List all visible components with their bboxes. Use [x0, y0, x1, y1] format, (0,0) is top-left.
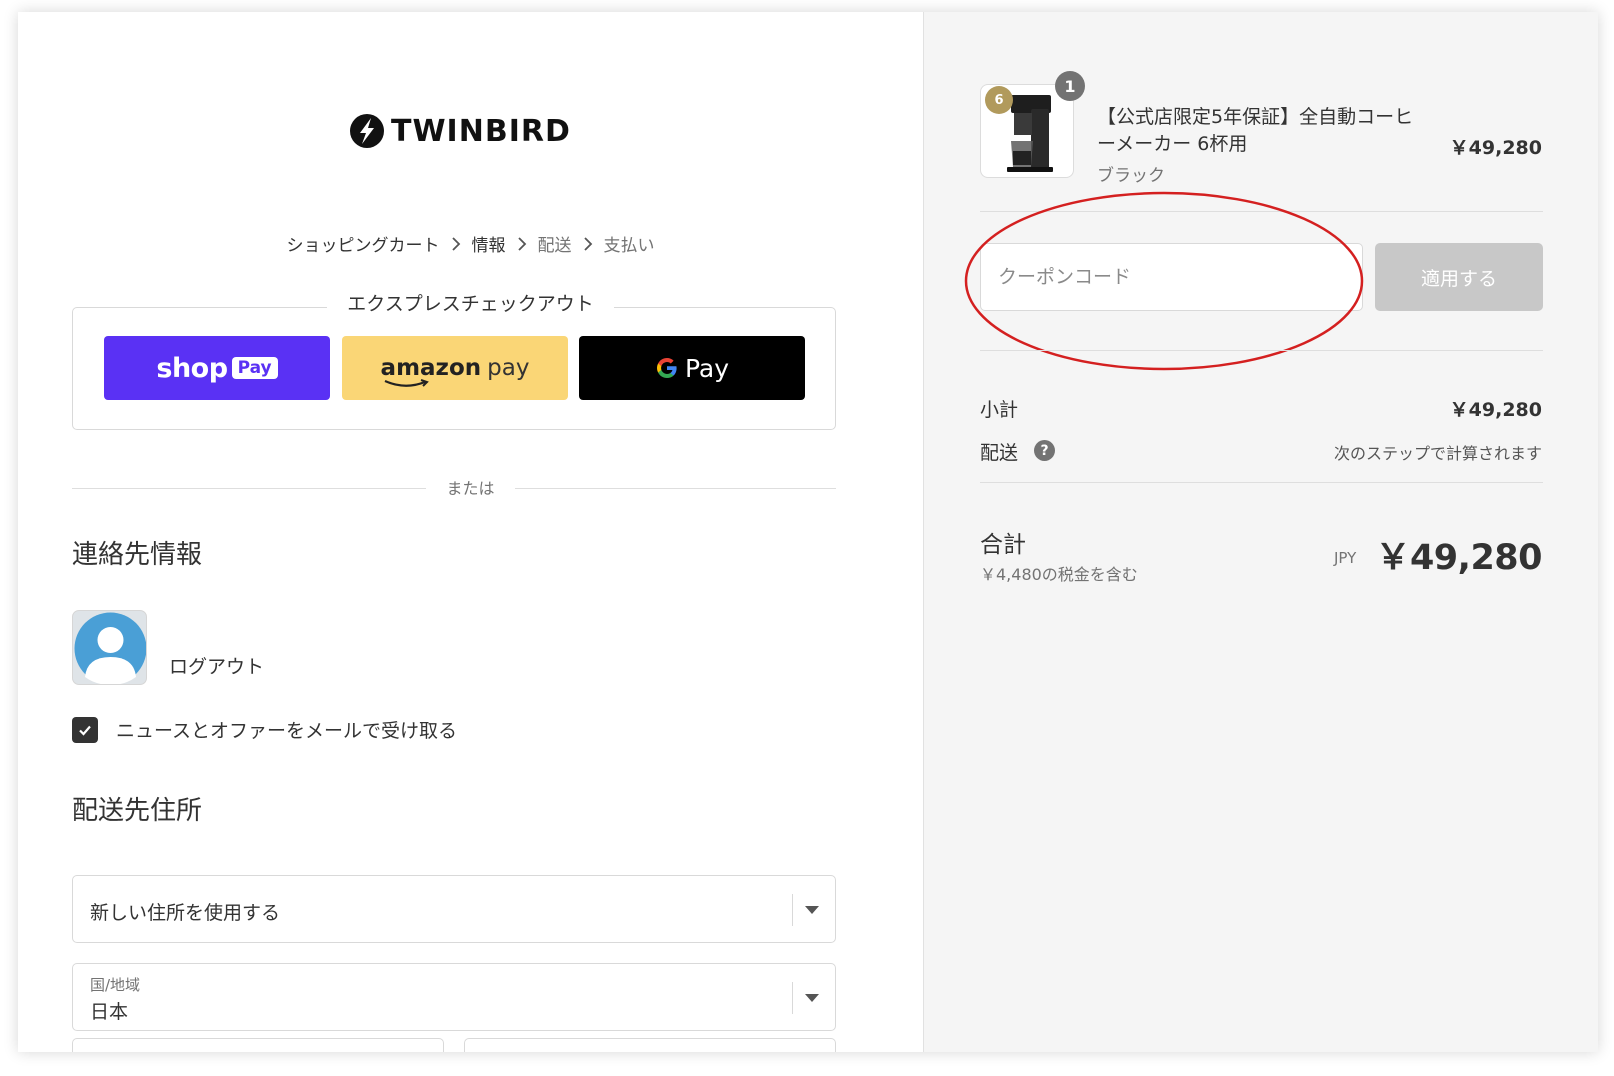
logout-link[interactable]: ログアウト	[169, 652, 264, 679]
total-label: 合計	[980, 532, 1026, 558]
country-select-value: 日本	[90, 1001, 129, 1023]
brand-logo[interactable]: TWINBIRD	[349, 112, 571, 150]
country-select-label: 国/地域	[90, 976, 141, 994]
google-pay-button[interactable]: Pay	[579, 336, 805, 400]
breadcrumb-payment: 支払い	[603, 236, 655, 256]
avatar	[72, 610, 147, 685]
summary-divider	[980, 350, 1543, 351]
twinbird-logo-icon	[350, 114, 384, 148]
last-name-field[interactable]	[72, 1038, 444, 1052]
chevron-down-icon	[805, 994, 819, 1002]
amazon-smile-icon	[384, 379, 429, 387]
apply-coupon-button[interactable]: 適用する	[1375, 243, 1543, 311]
product-price: ￥49,280	[1449, 137, 1542, 159]
or-divider-text: または	[18, 475, 923, 499]
breadcrumb-information: 情報	[471, 236, 506, 256]
chevron-down-icon	[805, 906, 819, 914]
shop-pay-badge: Pay	[231, 357, 278, 379]
user-icon	[74, 612, 146, 684]
breadcrumb: ショッピングカート 情報 配送 支払い	[18, 231, 923, 256]
google-g-icon	[656, 358, 677, 378]
select-divider	[792, 894, 793, 926]
amazon-pay-word: pay	[487, 355, 530, 381]
select-divider	[792, 982, 793, 1014]
checkout-window: TWINBIRD ショッピングカート 情報 配送 支払い エクスプレスチェックア…	[18, 12, 1598, 1052]
newsletter-label[interactable]: ニュースとオファーをメールで受け取る	[116, 716, 457, 743]
shipping-value: 次のステップで計算されます	[1333, 444, 1542, 463]
checkout-main: TWINBIRD ショッピングカート 情報 配送 支払い エクスプレスチェックア…	[18, 12, 923, 1052]
red-annotation-ellipse	[964, 191, 1364, 371]
google-pay-word: Pay	[684, 353, 730, 383]
breadcrumb-cart[interactable]: ショッピングカート	[283, 231, 444, 256]
checkmark-icon	[79, 725, 91, 736]
amazon-pay-button[interactable]: amazon pay	[342, 336, 568, 400]
total-currency: JPY	[1334, 549, 1357, 567]
total-tax-note: ￥4,480の税金を含む	[980, 565, 1138, 584]
country-select[interactable]: 国/地域 日本	[72, 963, 836, 1031]
cup-capacity-badge: 6	[985, 86, 1013, 114]
address-select[interactable]: 新しい住所を使用する	[72, 875, 836, 943]
subtotal-value: ￥49,280	[1449, 399, 1542, 421]
brand-name: TWINBIRD	[391, 113, 571, 149]
product-name: 【公式店限定5年保証】全自動コーヒーメーカー 6杯用	[1097, 106, 1414, 155]
shop-pay-wordmark: shop	[156, 352, 228, 384]
quantity-badge: 1	[1055, 71, 1085, 101]
order-summary: 6 1 【公式店限定5年保証】全自動コーヒーメーカー 6杯用 ブラック ￥49,…	[923, 12, 1598, 1052]
address-select-value: 新しい住所を使用する	[90, 902, 281, 924]
chevron-right-icon	[510, 236, 534, 252]
help-icon[interactable]: ?	[1034, 440, 1055, 461]
first-name-field[interactable]	[464, 1038, 836, 1052]
shipping-section-title: 配送先住所	[72, 796, 203, 826]
shipping-label: 配送	[980, 442, 1019, 464]
subtotal-label: 小計	[980, 399, 1019, 421]
shop-pay-button[interactable]: shop Pay	[104, 336, 330, 400]
breadcrumb-shipping: 配送	[537, 236, 572, 256]
newsletter-checkbox[interactable]	[72, 717, 98, 743]
chevron-right-icon	[444, 236, 468, 252]
contact-section-title: 連絡先情報	[72, 540, 203, 570]
product-variant: ブラック	[1097, 166, 1165, 186]
amazon-wordmark: amazon	[381, 355, 481, 387]
chevron-right-icon	[576, 236, 600, 252]
express-checkout-title: エクスプレスチェックアウト	[18, 289, 923, 316]
summary-divider	[980, 482, 1543, 483]
total-amount: ￥49,280	[1375, 538, 1542, 578]
